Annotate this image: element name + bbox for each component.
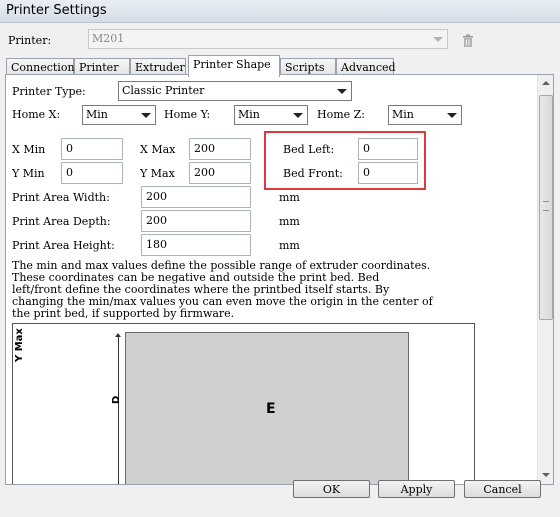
print-area-depth-input[interactable]: 200 (141, 210, 251, 232)
shape-description: The min and max values define the possib… (12, 259, 433, 320)
scroll-up-icon[interactable] (538, 75, 553, 92)
chevron-down-icon (292, 106, 304, 124)
y-max-label: Y Max (140, 167, 175, 180)
tab-printer-shape[interactable]: Printer Shape (188, 55, 280, 77)
x-max-label: X Max (140, 143, 176, 156)
printer-type-select[interactable]: Classic Printer (118, 81, 352, 101)
x-min-input[interactable]: 0 (61, 138, 123, 160)
diagram-d-label: D (111, 395, 122, 404)
y-max-input[interactable]: 200 (189, 162, 251, 184)
y-min-input[interactable]: 0 (61, 162, 123, 184)
cancel-button[interactable]: Cancel (464, 480, 541, 498)
chevron-down-icon (432, 30, 444, 48)
chevron-down-icon (336, 82, 348, 100)
home-x-select[interactable]: Min (82, 105, 156, 125)
printer-select-value: M201 (92, 32, 125, 45)
x-min-label: X Min (12, 143, 46, 156)
print-area-depth-label: Print Area Depth: (12, 215, 111, 228)
dialog-body: Printer: M201 Connection Printer Extrude… (0, 22, 560, 517)
printer-select[interactable]: M201 (88, 29, 448, 49)
diagram-e-label: E (266, 401, 276, 417)
printer-shape-diagram: Y Max D E (12, 323, 475, 484)
bed-front-label: Bed Front: (283, 167, 343, 180)
x-max-input[interactable]: 200 (189, 138, 251, 160)
home-z-value: Min (392, 108, 414, 121)
bed-left-input[interactable]: 0 (358, 138, 418, 160)
print-area-width-input[interactable]: 200 (141, 186, 251, 208)
print-area-width-label: Print Area Width: (12, 191, 110, 204)
home-z-label: Home Z: (317, 108, 366, 121)
printer-shape-panel: Printer Type: Classic Printer Home X: Mi… (5, 74, 554, 485)
print-bed: E (125, 332, 409, 484)
vertical-scrollbar[interactable] (537, 75, 553, 484)
print-area-height-label: Print Area Height: (12, 239, 115, 252)
home-y-label: Home Y: (164, 108, 211, 121)
diagram-y-max-label: Y Max (14, 328, 25, 362)
printer-label: Printer: (8, 34, 52, 47)
scroll-thumb[interactable] (539, 95, 553, 320)
printer-type-label: Printer Type: (12, 85, 86, 98)
print-area-height-input[interactable]: 180 (141, 234, 251, 256)
print-area-depth-unit: mm (279, 215, 300, 228)
trash-icon[interactable] (461, 34, 475, 48)
home-x-label: Home X: (12, 108, 61, 121)
apply-button[interactable]: Apply (378, 480, 455, 498)
bed-left-label: Bed Left: (283, 143, 335, 156)
print-area-height-unit: mm (279, 239, 300, 252)
window-title: Printer Settings (6, 3, 107, 18)
chevron-down-icon (140, 106, 152, 124)
printer-type-value: Classic Printer (122, 84, 205, 97)
chevron-down-icon (446, 106, 458, 124)
home-x-value: Min (86, 108, 108, 121)
title-bar: Printer Settings (0, 0, 560, 22)
home-y-value: Min (238, 108, 260, 121)
ok-button[interactable]: OK (293, 480, 370, 498)
home-y-select[interactable]: Min (234, 105, 308, 125)
y-min-label: Y Min (12, 167, 45, 180)
bed-front-input[interactable]: 0 (358, 162, 418, 184)
dimension-line (118, 336, 119, 484)
print-area-width-unit: mm (279, 191, 300, 204)
home-z-select[interactable]: Min (388, 105, 462, 125)
